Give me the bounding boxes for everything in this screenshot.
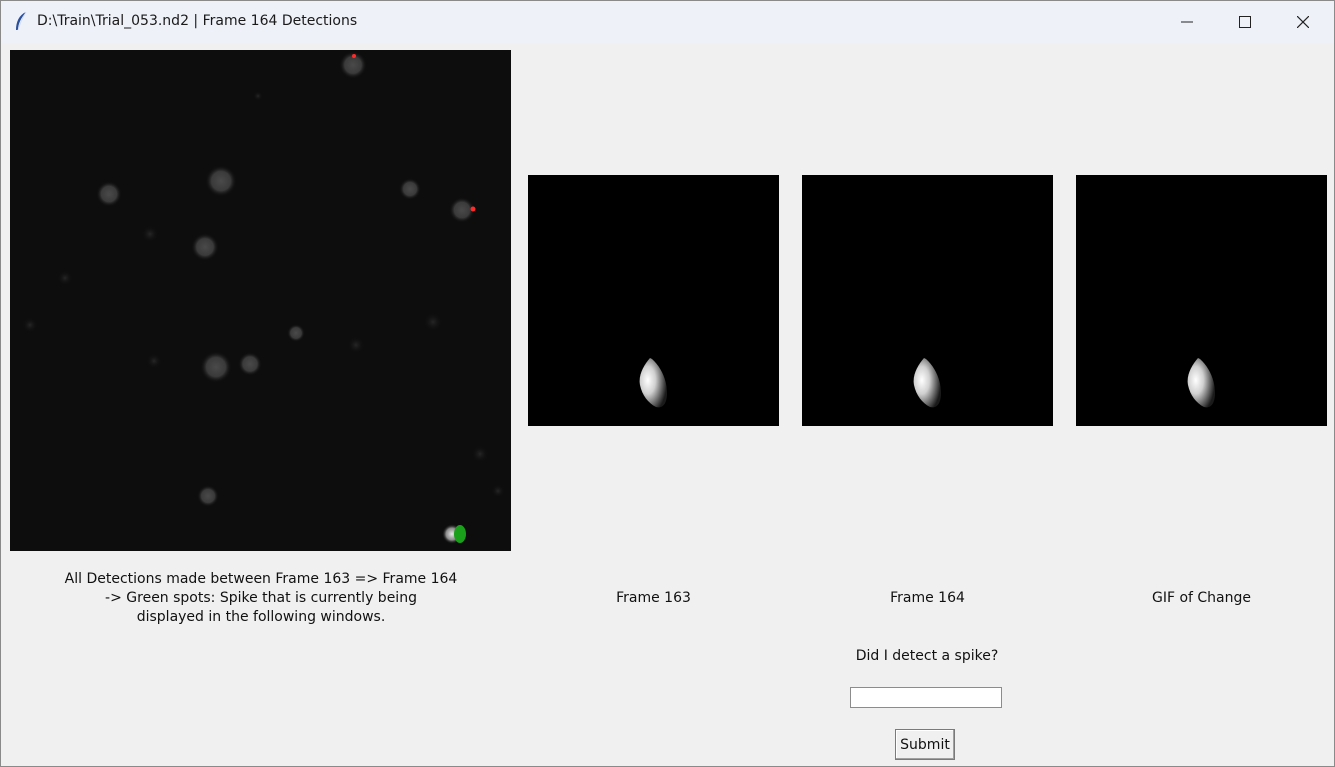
cell	[399, 178, 421, 200]
maximize-button[interactable]	[1216, 1, 1274, 43]
detection-marker	[470, 206, 476, 212]
panel-label-gif: GIF of Change	[1151, 590, 1252, 606]
detections-caption: All Detections made between Frame 163 =>…	[64, 571, 458, 625]
cell	[146, 353, 162, 369]
frame-163-image	[528, 175, 779, 426]
close-icon	[1297, 16, 1309, 28]
cell	[200, 351, 232, 383]
app-window: D:\Train\Trial_053.nd2 | Frame 164 Detec…	[0, 0, 1335, 767]
minimize-button[interactable]	[1158, 1, 1216, 43]
cell	[141, 225, 159, 243]
close-button[interactable]	[1274, 1, 1332, 43]
detections-image	[10, 50, 511, 551]
cell	[57, 270, 73, 286]
cell	[347, 336, 365, 354]
cell	[423, 312, 443, 332]
answer-input[interactable]	[850, 687, 1002, 708]
spike-highlight	[454, 525, 466, 543]
cell	[191, 233, 219, 261]
cell	[491, 484, 505, 498]
cell	[287, 324, 305, 342]
panel-label-frame-164: Frame 164	[890, 590, 965, 606]
cell	[471, 445, 489, 463]
gif-of-change-image	[1076, 175, 1327, 426]
cell	[22, 317, 38, 333]
maximize-icon	[1239, 16, 1251, 28]
question-label: Did I detect a spike?	[855, 648, 999, 664]
cell	[238, 352, 262, 376]
cell	[205, 165, 237, 197]
cell	[197, 485, 219, 507]
submit-button[interactable]: Submit	[895, 729, 955, 760]
title-bar[interactable]: D:\Train\Trial_053.nd2 | Frame 164 Detec…	[1, 1, 1334, 43]
panel-label-frame-163: Frame 163	[616, 590, 691, 606]
minimize-icon	[1181, 21, 1193, 23]
detection-marker	[352, 54, 356, 58]
cell	[253, 91, 263, 101]
feather-icon	[13, 11, 29, 33]
frame-164-image	[802, 175, 1053, 426]
window-title: D:\Train\Trial_053.nd2 | Frame 164 Detec…	[37, 13, 358, 29]
cell	[96, 181, 122, 207]
